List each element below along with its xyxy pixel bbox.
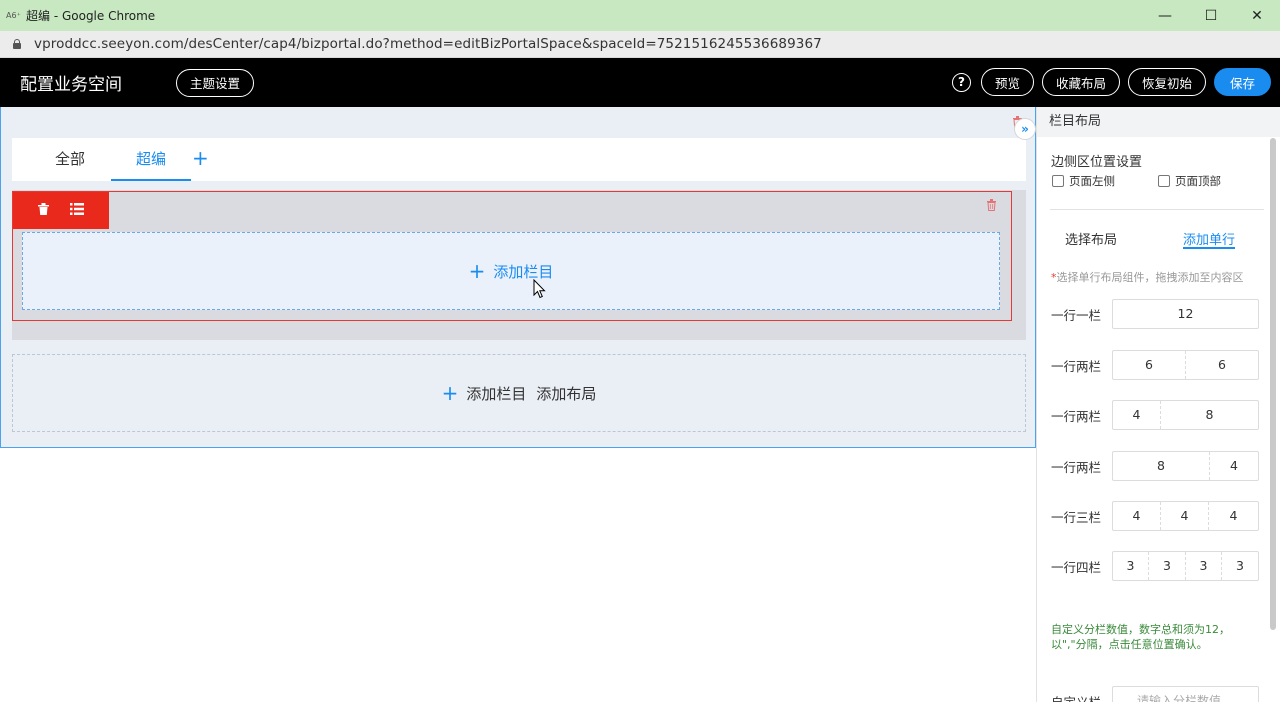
space-tabs: 全部 超编 + xyxy=(12,138,1026,181)
checkbox-page-left[interactable]: 页面左侧 xyxy=(1052,173,1115,189)
panel-title: 栏目布局 xyxy=(1037,107,1280,137)
tab-all[interactable]: 全部 xyxy=(55,138,85,181)
checkbox-box[interactable] xyxy=(1052,175,1064,187)
layout-option-8-4[interactable]: 一行两栏 8 4 xyxy=(1051,451,1259,481)
layout-cell: 12 xyxy=(1177,306,1194,321)
checkbox-page-top[interactable]: 页面顶部 xyxy=(1158,173,1221,189)
save-button[interactable]: 保存 xyxy=(1213,68,1271,96)
layout-label: 一行三栏 xyxy=(1051,509,1102,525)
tab-add-single-row[interactable]: 添加单行 xyxy=(1183,229,1236,249)
add-layout-link[interactable]: 添加布局 xyxy=(536,383,596,404)
layout-label: 一行两栏 xyxy=(1051,459,1102,475)
app-icon: A6⁺ xyxy=(6,10,21,20)
layout-cell: 4 xyxy=(1229,508,1238,523)
layout-cell: 3 xyxy=(1186,552,1222,580)
custom-layout-label: 自定义栏 xyxy=(1051,694,1102,702)
preview-button[interactable]: 预览 xyxy=(980,68,1034,96)
layout-cell: 8 xyxy=(1113,452,1210,480)
list-icon[interactable] xyxy=(70,202,85,219)
layout-cell: 6 xyxy=(1218,357,1226,372)
divider xyxy=(1050,209,1264,210)
app-header: 配置业务空间 主题设置 ? 预览 收藏布局 恢复初始 保存 xyxy=(0,58,1280,107)
layout-cells[interactable]: 8 4 xyxy=(1112,451,1259,481)
layout-cell: 4 xyxy=(1161,502,1209,530)
plus-icon: + xyxy=(468,259,486,283)
help-icon[interactable]: ? xyxy=(951,72,971,92)
layout-cells[interactable]: 4 4 4 xyxy=(1112,501,1259,531)
layout-label: 一行两栏 xyxy=(1051,408,1102,424)
theme-settings-button[interactable]: 主题设置 xyxy=(176,68,255,97)
layout-option-4-8[interactable]: 一行两栏 4 8 xyxy=(1051,400,1259,430)
tab-select-layout[interactable]: 选择布局 xyxy=(1065,229,1117,249)
mouse-cursor-icon xyxy=(533,278,547,299)
page-title: 配置业务空间 xyxy=(20,75,122,95)
tab-chaobian[interactable]: 超编 xyxy=(111,138,191,181)
column-drop-zone[interactable]: + 添加栏目 xyxy=(22,232,1000,310)
add-column-bottom-link[interactable]: 添加栏目 xyxy=(466,383,526,404)
collect-layout-button[interactable]: 收藏布局 xyxy=(1041,68,1120,96)
layout-option-6-6[interactable]: 一行两栏 6 6 xyxy=(1051,350,1259,380)
header-actions: ? 预览 收藏布局 恢复初始 保存 xyxy=(951,68,1271,96)
close-button[interactable]: ✕ xyxy=(1234,0,1280,31)
custom-layout-input[interactable] xyxy=(1112,686,1259,702)
window-title: 超编 - Google Chrome xyxy=(26,9,156,23)
layout-cells[interactable]: 12 xyxy=(1112,299,1259,329)
layout-option-1-col[interactable]: 一行一栏 12 xyxy=(1051,299,1259,329)
drag-hint: *选择单行布局组件，拖拽添加至内容区 xyxy=(1051,271,1244,284)
browser-titlebar: A6⁺ 超编 - Google Chrome — ☐ ✕ xyxy=(0,0,1280,31)
delete-row-icon[interactable] xyxy=(37,202,49,219)
layout-cell: 4 xyxy=(1113,401,1161,429)
url-text[interactable]: vproddcc.seeyon.com/desCenter/cap4/bizpo… xyxy=(34,36,822,52)
layout-cell: 8 xyxy=(1205,407,1214,422)
lock-icon[interactable] xyxy=(12,39,22,49)
layout-cell: 4 xyxy=(1230,458,1238,473)
plus-icon: + xyxy=(441,381,459,405)
layout-cell: 3 xyxy=(1113,552,1149,580)
row-toolbar xyxy=(13,192,109,229)
add-row-zone[interactable]: + 添加栏目 添加布局 xyxy=(12,354,1026,432)
layout-option-3-3-3-3[interactable]: 一行四栏 3 3 3 3 xyxy=(1051,551,1259,581)
address-bar[interactable]: vproddcc.seeyon.com/desCenter/cap4/bizpo… xyxy=(0,31,1280,58)
layout-option-4-4-4[interactable]: 一行三栏 4 4 4 xyxy=(1051,501,1259,531)
panel-scrollbar[interactable] xyxy=(1270,138,1276,630)
layout-label: 一行两栏 xyxy=(1051,358,1102,374)
custom-layout-row: 自定义栏 xyxy=(1051,686,1259,702)
row-trash-icon[interactable] xyxy=(986,199,997,214)
reset-button[interactable]: 恢复初始 xyxy=(1127,68,1206,96)
collapse-panel-button[interactable]: » xyxy=(1014,118,1036,140)
layout-cells[interactable]: 3 3 3 3 xyxy=(1112,551,1259,581)
layout-cell: 4 xyxy=(1113,502,1161,530)
window-controls: — ☐ ✕ xyxy=(1142,0,1280,31)
checkbox-label: 页面顶部 xyxy=(1175,174,1221,188)
custom-layout-hint: 自定义分栏数值，数字总和须为12，以","分隔，点击任意位置确认。 xyxy=(1051,623,1230,651)
minimize-button[interactable]: — xyxy=(1142,0,1188,31)
side-position-title: 边侧区位置设置 xyxy=(1051,155,1143,170)
layout-cell: 3 xyxy=(1149,552,1186,580)
maximize-button[interactable]: ☐ xyxy=(1188,0,1234,31)
checkbox-label: 页面左侧 xyxy=(1069,174,1115,188)
layout-cell: 3 xyxy=(1236,558,1244,573)
layout-label: 一行一栏 xyxy=(1051,307,1102,323)
layout-label: 一行四栏 xyxy=(1051,559,1102,575)
layout-cell: 6 xyxy=(1113,351,1186,379)
layout-cells[interactable]: 4 8 xyxy=(1112,400,1259,430)
layout-cells[interactable]: 6 6 xyxy=(1112,350,1259,380)
add-tab-button[interactable]: + xyxy=(192,138,209,181)
checkbox-box[interactable] xyxy=(1158,175,1170,187)
